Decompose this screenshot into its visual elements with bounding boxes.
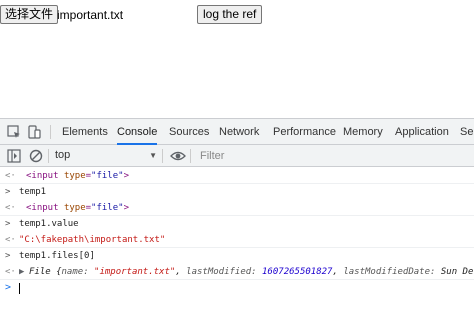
output-arrow-icon: <· [5,267,16,277]
context-selector[interactable]: top ▼ [52,145,160,167]
console-input-line: > temp1.value [0,216,474,232]
file-object-preview[interactable]: File {name: "important.txt", lastModifie… [29,264,474,279]
tab-performance[interactable]: Performance [273,119,336,145]
file-lastmodifieddate-key: lastModifiedDate: [343,267,441,277]
html-tag-close: > [123,203,129,213]
tab-elements[interactable]: Elements [62,119,108,145]
devtools-panel: Elements Console Sources Network Perform… [0,118,474,313]
tabbar-divider [50,125,51,139]
inspect-element-icon[interactable] [6,124,22,140]
file-name-value: "important.txt" [94,267,176,277]
input-prompt-icon: > [5,251,11,261]
console-input-text: temp1.value [19,219,79,229]
console-output-string: "C:\fakepath\important.txt" [19,235,166,245]
html-attr-value: "file" [91,203,124,213]
tab-network[interactable]: Network [219,119,259,145]
html-tag-name: <input [26,171,64,181]
html-attr-value: "file" [91,171,124,181]
context-selector-value: top [55,149,71,161]
output-arrow-icon: <· [5,235,16,245]
text-caret [19,283,20,294]
log-the-ref-button[interactable]: log the ref [197,5,263,24]
console-input-line: > temp1.files[0] [0,248,474,264]
file-lastmodified-value: 1607265501827 [262,267,333,277]
page-content: 选择文件 important.txt log the ref [0,0,474,118]
toolbar-divider-3 [190,149,191,163]
file-sep-1: , [175,267,187,277]
tab-application[interactable]: Application [395,119,449,145]
file-name-key: name: [61,267,95,277]
html-attr-name: type [63,171,86,181]
console-input-line: > temp1 [0,184,474,200]
console-output-text: <input type="file"> [26,168,129,183]
console-output-text: <input type="file"> [26,200,129,215]
input-prompt-icon: > [5,187,11,197]
file-sep-2: , [332,267,344,277]
tab-sources[interactable]: Sources [169,119,209,145]
output-arrow-icon: <· [5,171,16,181]
device-toolbar-icon[interactable] [26,124,42,140]
console-toolbar: top ▼ Filter [0,145,474,167]
file-prefix: File { [29,267,62,277]
file-lastmodifieddate-value: Sun Dec 06 [440,267,474,277]
console-output-line: <· <input type="file"> [0,168,474,184]
console-output-line: <· <input type="file"> [0,200,474,216]
output-arrow-icon: <· [5,203,16,213]
tab-security[interactable]: See [460,119,474,145]
html-tag-name: <input [26,203,64,213]
console-input-text: temp1.files[0] [19,251,95,261]
clear-console-icon[interactable] [28,148,44,164]
tab-memory[interactable]: Memory [343,119,383,145]
dropdown-arrow-icon: ▼ [149,151,157,160]
console-output-line: <· "C:\fakepath\important.txt" [0,232,474,248]
console-prompt-icon: > [5,282,12,293]
toolbar-divider [48,149,49,163]
live-expression-eye-icon[interactable] [170,148,186,164]
html-attr-name: type [63,203,86,213]
console-log: <· <input type="file"> > temp1 <· <input… [0,168,474,313]
console-input-text: temp1 [19,187,47,197]
toolbar-divider-2 [162,149,163,163]
console-prompt-line[interactable]: > [0,280,474,296]
file-lastmodified-key: lastModified: [186,267,263,277]
tab-console[interactable]: Console [117,119,158,145]
expand-triangle-icon[interactable]: ▶ [19,264,29,279]
html-tag-close: > [123,171,129,181]
selected-file-name: important.txt [57,8,124,22]
input-prompt-icon: > [5,219,11,229]
choose-file-button[interactable]: 选择文件 [0,5,59,24]
console-output-line[interactable]: <· ▶ File {name: "important.txt", lastMo… [0,264,474,280]
devtools-tabbar: Elements Console Sources Network Perform… [0,119,474,145]
filter-input[interactable]: Filter [196,147,474,165]
show-sidebar-icon[interactable] [6,148,22,164]
